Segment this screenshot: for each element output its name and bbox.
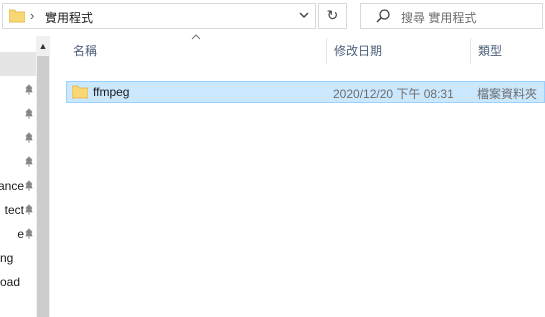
nav-scrollbar[interactable]: ▲ [36, 36, 50, 317]
nav-item-label: ance [0, 179, 24, 193]
folder-icon [9, 9, 25, 23]
nav-item[interactable] [0, 82, 36, 100]
nav-item-label: ng [0, 251, 14, 265]
nav-item-label: e [17, 227, 24, 241]
column-header-name[interactable]: 名稱 [73, 42, 97, 59]
folder-icon [72, 85, 88, 99]
pin-icon [25, 204, 33, 215]
pin-icon [25, 180, 33, 191]
refresh-icon: ↻ [326, 7, 339, 23]
nav-item-label: tect [4, 203, 24, 217]
file-name: ffmpeg [93, 85, 130, 99]
column-header-type[interactable]: 類型 [478, 42, 502, 59]
breadcrumb-current[interactable]: 實用程式 [45, 9, 93, 26]
search-icon [376, 9, 390, 23]
file-row[interactable]: ffmpeg 2020/12/20 下午 08:31 檔案資料夾 [66, 81, 545, 103]
nav-item[interactable] [0, 130, 36, 148]
scroll-up-arrow-icon[interactable]: ▲ [36, 36, 50, 56]
file-modified-date: 2020/12/20 下午 08:31 [333, 87, 454, 101]
column-header-date[interactable]: 修改日期 [334, 42, 382, 59]
nav-item[interactable] [0, 106, 36, 124]
column-divider[interactable] [470, 38, 471, 64]
nav-item[interactable]: tect [0, 202, 36, 220]
nav-selected-item[interactable] [0, 52, 36, 76]
pin-icon [25, 108, 33, 119]
pin-icon [25, 228, 33, 239]
refresh-button[interactable]: ↻ [318, 3, 347, 29]
column-header-row: 名稱 修改日期 類型 [51, 34, 545, 66]
nav-item[interactable]: ng [0, 250, 36, 268]
breadcrumb-chevron-icon[interactable]: › [30, 8, 34, 23]
sort-ascending-icon [191, 34, 201, 40]
search-box[interactable]: 搜尋 實用程式 [360, 3, 543, 29]
pin-icon [25, 156, 33, 167]
file-list: 名稱 修改日期 類型 ffmpeg 2020/12/20 下午 08:31 檔案… [51, 34, 545, 317]
nav-item[interactable]: oad [0, 274, 36, 292]
pin-icon [25, 84, 33, 95]
navigation-pane: ance tect e ng oad [0, 36, 36, 317]
column-divider[interactable] [326, 38, 327, 64]
address-bar[interactable]: › 實用程式 [2, 3, 316, 29]
nav-item-label: oad [0, 275, 21, 289]
file-type: 檔案資料夾 [477, 87, 538, 101]
scrollbar-thumb[interactable] [37, 56, 49, 317]
search-placeholder: 搜尋 實用程式 [401, 11, 477, 25]
nav-item[interactable]: ance [0, 178, 36, 196]
pin-icon [25, 132, 33, 143]
nav-item[interactable]: e [0, 226, 36, 244]
chevron-down-icon[interactable] [298, 8, 310, 22]
toolbar: › 實用程式 ↻ 搜尋 實用程式 [0, 0, 545, 34]
nav-item[interactable] [0, 154, 36, 172]
